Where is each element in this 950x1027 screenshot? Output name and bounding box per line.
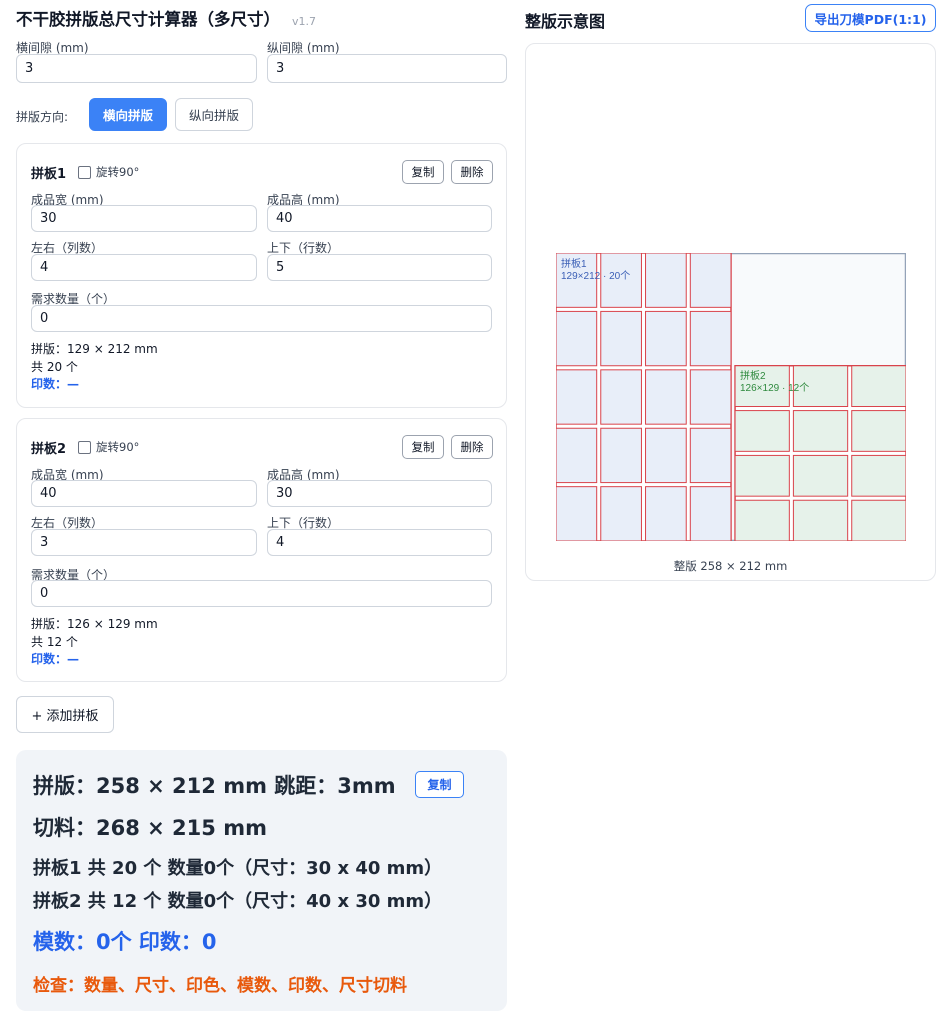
- version-label: v1.7: [292, 15, 317, 28]
- summary-board-1: 拼板1 共 20 个 数量0个（尺寸：30 x 40 mm）: [33, 858, 443, 879]
- board-info: 拼版：126 × 129 mm 共 12 个 印数：—: [31, 616, 158, 669]
- summary-cut: 切料：268 × 215 mm: [33, 816, 267, 840]
- board-1-cell: [600, 427, 642, 484]
- board-1-cell: [689, 486, 732, 541]
- board-card-header: 拼板2 旋转90° 复制 删除: [31, 435, 493, 459]
- board-info: 拼版：129 × 212 mm 共 20 个 印数：—: [31, 341, 158, 394]
- board-1-label: 拼板1: [561, 257, 587, 270]
- height-input[interactable]: [267, 480, 492, 507]
- rotate-toggle[interactable]: 旋转90°: [78, 164, 139, 180]
- summary-board-2: 拼板2 共 12 个 数量0个（尺寸：40 x 30 mm）: [33, 891, 443, 912]
- qty-input[interactable]: [31, 305, 492, 332]
- add-board-button[interactable]: + 添加拼板: [16, 696, 114, 733]
- board-2-cell: [851, 410, 906, 452]
- board-1-cell: [556, 486, 598, 541]
- board-1-cell: [600, 486, 642, 541]
- rows-input[interactable]: [267, 254, 492, 281]
- summary-mold: 模数：0个 印数：0: [33, 930, 217, 954]
- direction-vertical-button[interactable]: 纵向拼版: [175, 98, 253, 131]
- preview-title: 整版示意图: [525, 12, 606, 31]
- board-print-text: 印数：—: [31, 652, 80, 666]
- rotate-label: 旋转90°: [96, 440, 140, 454]
- page-title: 不干胶拼版总尺寸计算器（多尺寸）: [16, 10, 280, 29]
- board-1-cell: [600, 369, 642, 425]
- rotate-toggle[interactable]: 旋转90°: [78, 439, 139, 455]
- summary-check: 检查：数量、尺寸、印色、模数、印数、尺寸切料: [33, 976, 407, 996]
- copy-board-button[interactable]: 复制: [402, 160, 444, 184]
- board-1-sublabel: 129×212 · 20个: [561, 270, 630, 282]
- sheet-diagram: 拼板1 129×212 · 20个 拼板2 126×129 · 12个: [556, 253, 906, 541]
- rotate-label: 旋转90°: [96, 165, 140, 179]
- board-card-1: 拼板1 旋转90° 复制 删除 成品宽 (mm) 成品高 (mm) 左右（列数）…: [16, 143, 507, 408]
- board-print-text: 印数：—: [31, 377, 80, 391]
- delete-board-button[interactable]: 删除: [451, 435, 493, 459]
- v-gap-input[interactable]: [267, 54, 507, 83]
- cols-input[interactable]: [31, 254, 257, 281]
- board-1-cell: [556, 427, 598, 484]
- checkbox-icon[interactable]: [78, 440, 92, 454]
- h-gap-input[interactable]: [16, 54, 257, 83]
- app-root: 不干胶拼版总尺寸计算器（多尺寸） v1.7 横间隙 (mm) 纵间隙 (mm) …: [0, 0, 950, 1027]
- board-card-header: 拼板1 旋转90° 复制 删除: [31, 160, 493, 184]
- board-1-cell: [556, 369, 598, 425]
- board-1-cell: [556, 310, 598, 367]
- rows-input[interactable]: [267, 529, 492, 556]
- preview-panel: 拼板1 129×212 · 20个 拼板2 126×129 · 12个 整版 2…: [525, 43, 936, 581]
- board-2-cell: [734, 410, 790, 452]
- board-1-cell: [689, 369, 732, 425]
- board-2-cell: [792, 454, 849, 497]
- copy-board-button[interactable]: 复制: [402, 435, 444, 459]
- board-size-text: 拼版：129 × 212 mm: [31, 342, 158, 356]
- checkbox-icon[interactable]: [78, 165, 92, 179]
- board-2-sublabel: 126×129 · 12个: [740, 382, 809, 394]
- width-input[interactable]: [31, 480, 257, 507]
- board-name: 拼板1: [31, 166, 67, 182]
- board-count-text: 共 20 个: [31, 359, 78, 374]
- board-size-text: 拼版：126 × 129 mm: [31, 617, 158, 631]
- board-2-cell: [792, 410, 849, 452]
- direction-label: 拼版方向:: [16, 110, 69, 124]
- board-1-group: [556, 253, 732, 541]
- board-count-text: 共 12 个: [31, 634, 78, 649]
- board-1-cell: [689, 427, 732, 484]
- board-name: 拼板2: [31, 441, 67, 457]
- qty-input[interactable]: [31, 580, 492, 607]
- board-2-cell: [851, 454, 906, 497]
- cols-input[interactable]: [31, 529, 257, 556]
- copy-summary-button[interactable]: 复制: [415, 771, 464, 798]
- board-1-cell: [645, 369, 687, 425]
- board-1-cell: [645, 310, 687, 367]
- board-1-cell: [689, 310, 732, 367]
- board-2-cell: [851, 499, 906, 541]
- board-2-label: 拼板2: [740, 369, 766, 382]
- summary-layout: 拼版：258 × 212 mm 跳距：3mm: [33, 774, 396, 798]
- board-1-cell: [689, 253, 732, 308]
- summary-panel: 拼版：258 × 212 mm 跳距：3mm 复制 切料：268 × 215 m…: [16, 750, 507, 1011]
- board-1-cell: [645, 253, 687, 308]
- board-1-cell: [600, 310, 642, 367]
- board-2-cell: [734, 454, 790, 497]
- height-input[interactable]: [267, 205, 492, 232]
- board-2-cell: [734, 499, 790, 541]
- delete-board-button[interactable]: 删除: [451, 160, 493, 184]
- board-2-cell: [851, 365, 906, 408]
- export-pdf-button[interactable]: 导出刀模PDF(1:1): [805, 4, 936, 32]
- board-1-cell: [645, 427, 687, 484]
- title-row: 不干胶拼版总尺寸计算器（多尺寸） v1.7: [16, 6, 316, 30]
- board-2-cell: [792, 499, 849, 541]
- direction-horizontal-button[interactable]: 横向拼版: [89, 98, 167, 131]
- width-input[interactable]: [31, 205, 257, 232]
- board-1-cell: [645, 486, 687, 541]
- sheet-caption: 整版 258 × 212 mm: [673, 559, 788, 573]
- board-card-2: 拼板2 旋转90° 复制 删除 成品宽 (mm) 成品高 (mm) 左右（列数）…: [16, 418, 507, 682]
